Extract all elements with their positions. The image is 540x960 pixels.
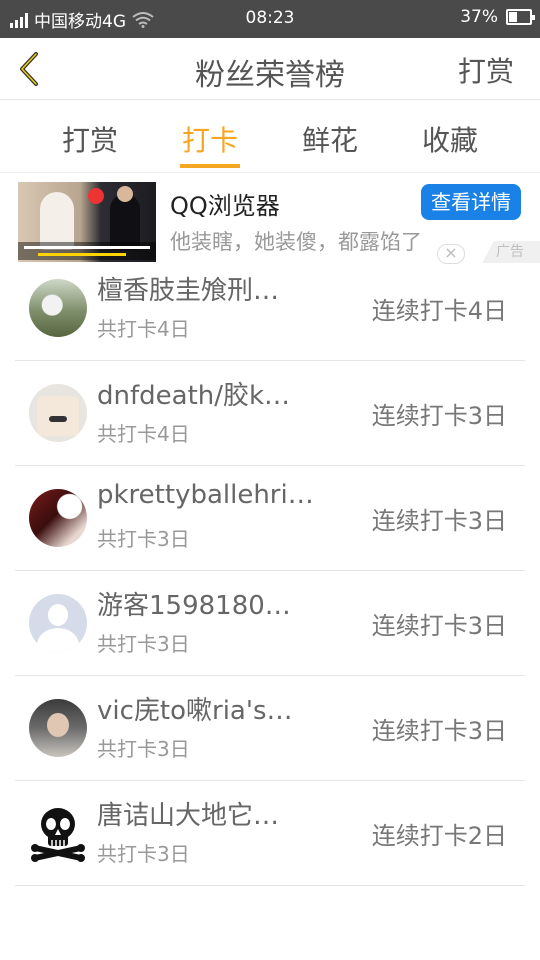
total-checkins: 共打卡4日 bbox=[97, 317, 190, 341]
ad-description: 他装瞎，她装傻，都露馅了 bbox=[170, 230, 422, 254]
total-checkins: 共打卡3日 bbox=[97, 842, 190, 866]
list-item[interactable]: vic庑to嗽ria's… 共打卡3日 连续打卡3日 bbox=[15, 676, 525, 781]
status-right: 37% bbox=[460, 7, 535, 27]
ad-thumbnail[interactable] bbox=[18, 182, 156, 262]
total-checkins: 共打卡4日 bbox=[97, 422, 190, 446]
battery-icon bbox=[506, 9, 535, 25]
list-item[interactable]: 檀香肢圭飧刑… 共打卡4日 连续打卡4日 bbox=[15, 256, 525, 361]
streak-checkins: 连续打卡3日 bbox=[371, 507, 507, 535]
tab-flowers[interactable]: 鲜花 bbox=[290, 119, 370, 159]
streak-checkins: 连续打卡3日 bbox=[371, 612, 507, 640]
reward-header-button[interactable]: 打赏 bbox=[458, 50, 514, 90]
total-checkins: 共打卡3日 bbox=[97, 737, 190, 761]
list-item[interactable]: 游客1598180… 共打卡3日 连续打卡3日 bbox=[15, 571, 525, 676]
streak-checkins: 连续打卡3日 bbox=[371, 402, 507, 430]
user-name: 游客1598180… bbox=[97, 591, 291, 621]
tab-favorites[interactable]: 收藏 bbox=[410, 119, 490, 159]
tab-checkin[interactable]: 打卡 bbox=[170, 119, 250, 159]
avatar[interactable] bbox=[29, 279, 87, 337]
ad-title: QQ浏览器 bbox=[170, 192, 280, 220]
streak-checkins: 连续打卡4日 bbox=[371, 297, 507, 325]
battery-percent: 37% bbox=[460, 7, 498, 27]
streak-checkins: 连续打卡2日 bbox=[371, 822, 507, 850]
ad-banner[interactable]: QQ浏览器 他装瞎，她装傻，都露馅了 查看详情 × 广告 bbox=[0, 174, 540, 264]
avatar[interactable] bbox=[29, 384, 87, 442]
avatar[interactable] bbox=[29, 489, 87, 547]
user-name: 檀香肢圭飧刑… bbox=[97, 276, 280, 306]
user-name: vic庑to嗽ria's… bbox=[97, 696, 293, 726]
list-item[interactable]: pkrettyballehri… 共打卡3日 连续打卡3日 bbox=[15, 466, 525, 571]
ad-details-button[interactable]: 查看详情 bbox=[421, 184, 521, 220]
status-bar: 中国移动4G 08:23 37% bbox=[0, 0, 540, 38]
list-item[interactable]: dnfdeath/胶k… 共打卡4日 连续打卡3日 bbox=[15, 361, 525, 466]
status-time: 08:23 bbox=[245, 8, 295, 28]
user-name: dnfdeath/胶k… bbox=[97, 381, 291, 411]
total-checkins: 共打卡3日 bbox=[97, 527, 190, 551]
tab-bar: 打赏 打卡 鲜花 收藏 bbox=[0, 101, 540, 173]
total-checkins: 共打卡3日 bbox=[97, 632, 190, 656]
tab-reward[interactable]: 打赏 bbox=[50, 119, 130, 159]
streak-checkins: 连续打卡3日 bbox=[371, 717, 507, 745]
header: 粉丝荣誉榜 打赏 bbox=[0, 38, 540, 100]
user-name: pkrettyballehri… bbox=[97, 480, 314, 510]
avatar[interactable] bbox=[29, 594, 87, 652]
active-tab-indicator bbox=[180, 164, 240, 168]
battery-fill bbox=[509, 12, 518, 22]
user-name: 唐诘山大地它… bbox=[97, 801, 280, 831]
list-item[interactable]: 唐诘山大地它… 共打卡3日 连续打卡2日 bbox=[15, 781, 525, 886]
skull-avatar-icon[interactable] bbox=[29, 804, 87, 862]
avatar[interactable] bbox=[29, 699, 87, 757]
